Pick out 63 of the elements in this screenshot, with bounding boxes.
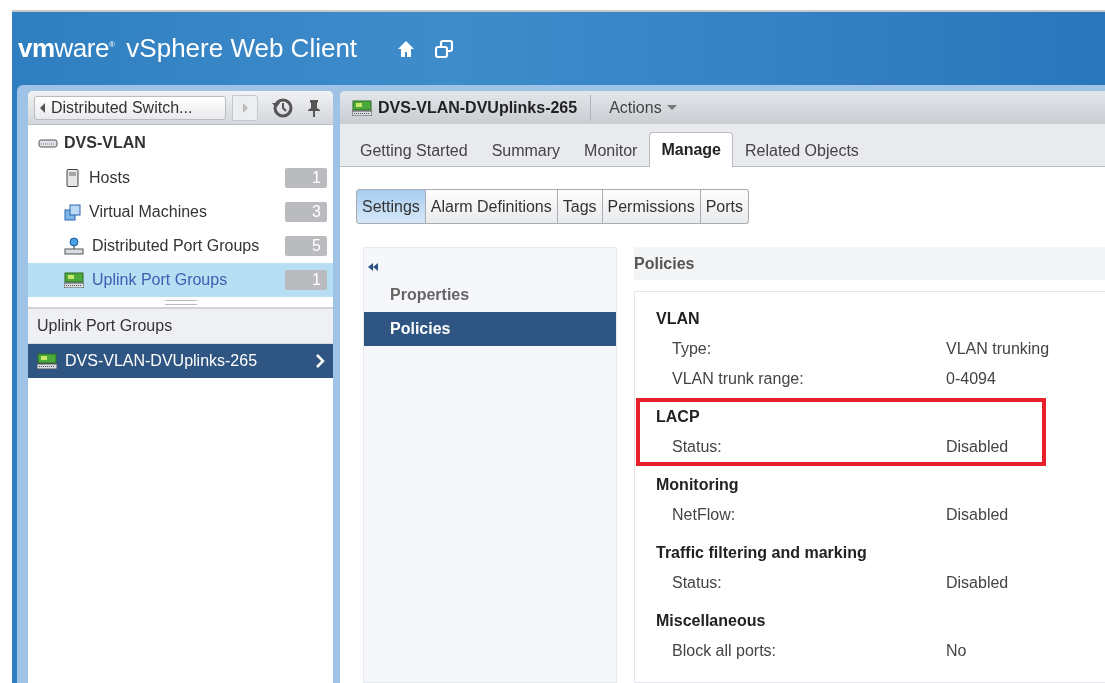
count-badge: 5 — [285, 236, 327, 256]
section-title: Miscellaneous — [656, 611, 767, 631]
switch-icon — [38, 137, 58, 149]
tab[interactable]: Manage — [649, 132, 733, 167]
sub-tab[interactable]: Ports — [700, 189, 750, 224]
property-label: NetFlow: — [672, 506, 737, 524]
tab[interactable]: Monitor — [572, 133, 650, 167]
tree-root-label[interactable]: DVS-VLAN — [64, 134, 146, 152]
tab[interactable]: Getting Started — [348, 133, 480, 167]
sidebar-item[interactable]: Properties — [364, 278, 616, 312]
collapse-icon — [368, 263, 378, 271]
chevron-right-icon — [315, 354, 325, 368]
property-value: 0-4094 — [946, 370, 996, 388]
count-badge: 1 — [285, 168, 327, 188]
windows-icon[interactable] — [435, 39, 454, 58]
tab[interactable]: Related Objects — [733, 133, 871, 167]
section-title: LACP — [656, 407, 701, 427]
list-item[interactable]: DVS-VLAN-DVUplinks-265 — [28, 344, 333, 378]
panel-title: Policies — [634, 247, 1105, 280]
property-label: VLAN trunk range: — [672, 370, 805, 388]
property-label: Status: — [672, 574, 723, 592]
tree-item[interactable]: Virtual Machines 3 — [28, 195, 333, 229]
count-badge: 3 — [285, 202, 327, 222]
property-value: VLAN trunking — [946, 340, 1050, 358]
section-title: Traffic filtering and marking — [656, 543, 868, 563]
sub-tab[interactable]: Tags — [557, 189, 603, 224]
property-label: Block all ports: — [672, 642, 778, 660]
sidebar-item[interactable]: Policies — [364, 312, 616, 346]
tree-item[interactable]: Hosts 1 — [28, 161, 333, 195]
server-icon — [64, 169, 81, 187]
switch-icon — [37, 353, 57, 369]
home-icon[interactable] — [397, 39, 416, 58]
history-icon[interactable] — [272, 96, 294, 119]
count-badge: 1 — [285, 270, 327, 290]
vmware-logo: vmware$^{®}$ — [18, 33, 115, 64]
app-title: vSphere Web Client — [126, 33, 358, 64]
property-value: Disabled — [946, 574, 1009, 592]
property-label: Status: — [672, 438, 723, 456]
section-title: VLAN — [656, 309, 701, 329]
stacked-windows-icon — [64, 203, 81, 221]
tree-item[interactable]: Distributed Port Groups 5 — [28, 229, 333, 263]
sub-tab[interactable]: Settings — [356, 189, 426, 224]
tree-item[interactable]: Uplink Port Groups 1 — [28, 263, 333, 297]
property-value: No — [946, 642, 967, 660]
pin-icon[interactable] — [306, 98, 322, 117]
property-value: Disabled — [946, 506, 1009, 524]
splitter-grip[interactable] — [164, 299, 197, 305]
forward-arrow-icon — [241, 101, 249, 114]
switch-icon — [352, 99, 372, 116]
object-title: DVS-VLAN-DVUplinks-265 — [378, 94, 592, 121]
back-arrow-icon — [39, 101, 46, 114]
breadcrumb-button[interactable]: Distributed Switch... — [34, 95, 226, 120]
network-port-icon — [64, 237, 84, 255]
sub-tab[interactable]: Alarm Definitions — [425, 189, 558, 224]
actions-menu-button[interactable]: Actions — [599, 98, 677, 117]
sub-tab[interactable]: Permissions — [602, 189, 701, 224]
switch-icon — [64, 272, 84, 288]
caret-icon — [666, 105, 677, 110]
property-value: Disabled — [946, 438, 1009, 456]
property-label: Type: — [672, 340, 713, 358]
section-title: Monitoring — [656, 475, 740, 495]
list-header: Uplink Port Groups — [28, 309, 333, 344]
tab[interactable]: Summary — [479, 133, 573, 167]
